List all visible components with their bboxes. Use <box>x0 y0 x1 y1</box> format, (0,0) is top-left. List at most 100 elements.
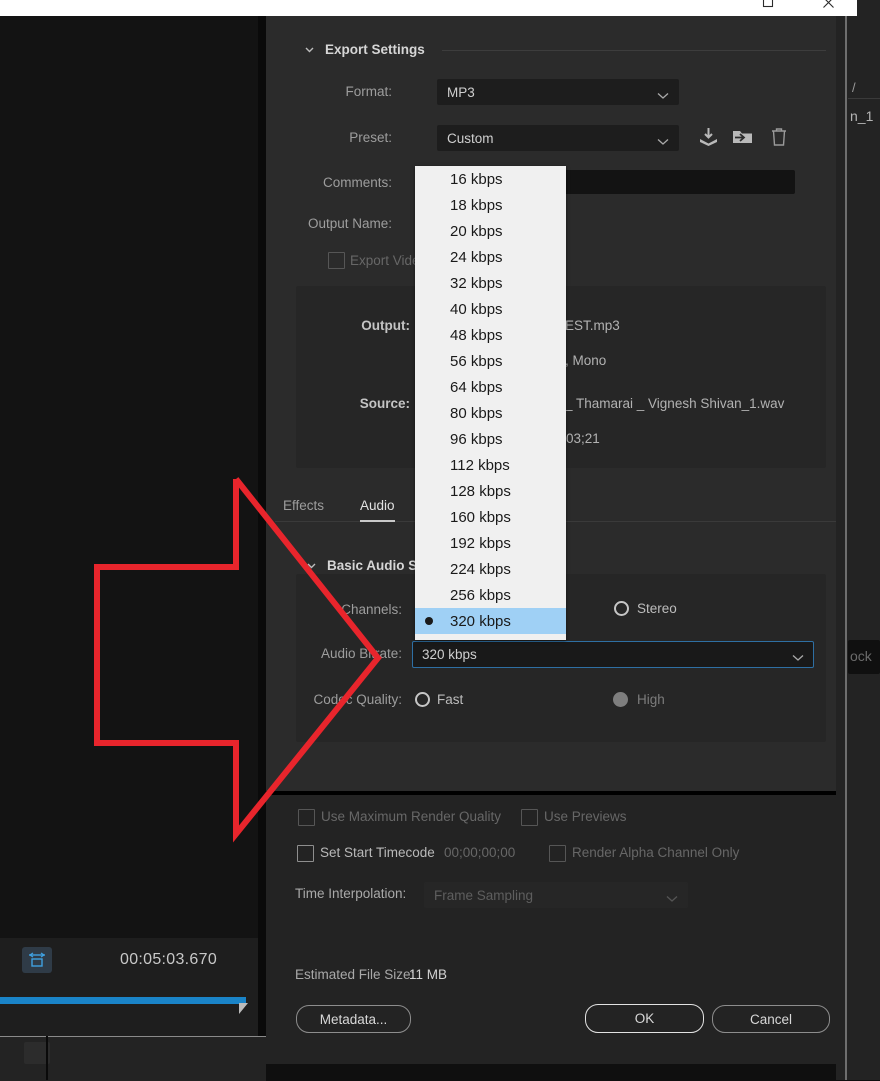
codec-quality-label: Codec Quality: <box>313 692 402 707</box>
dropdown-option[interactable]: 18 kbps <box>415 192 566 218</box>
export-video-checkbox[interactable] <box>328 252 345 269</box>
dropdown-option-label: 160 kbps <box>450 508 511 526</box>
right-panel-text-a: / <box>852 80 856 95</box>
time-interpolation-combobox[interactable]: Frame Sampling <box>424 882 688 908</box>
dropdown-option-label: 192 kbps <box>450 534 511 552</box>
preset-label: Preset: <box>349 130 392 145</box>
export-settings-title: Export Settings <box>325 42 425 57</box>
tab-audio[interactable]: Audio <box>360 498 395 522</box>
chevron-down-icon <box>306 560 317 571</box>
channels-stereo-radio[interactable] <box>614 601 629 616</box>
set-start-timecode-checkbox[interactable] <box>297 845 314 862</box>
dropdown-option-label: 80 kbps <box>450 404 503 422</box>
time-interpolation-value: Frame Sampling <box>434 887 534 903</box>
chevron-down-icon <box>666 890 678 908</box>
channels-stereo-label: Stereo <box>637 601 677 616</box>
summary-key-source: Source: <box>359 396 410 411</box>
close-icon[interactable] <box>805 0 851 16</box>
summary-key-output: Output: <box>361 318 410 333</box>
right-panel-text-c: ock <box>850 648 872 664</box>
set-start-timecode-label: Set Start Timecode <box>320 845 435 860</box>
dropdown-option[interactable]: 64 kbps <box>415 374 566 400</box>
panel-edge-divider <box>258 0 266 1036</box>
dropdown-option[interactable]: 80 kbps <box>415 400 566 426</box>
selected-radio-icon <box>415 608 443 634</box>
chevron-down-icon <box>657 87 669 105</box>
audio-bitrate-combobox[interactable]: 320 kbps <box>412 641 814 668</box>
playhead-marker[interactable] <box>239 1003 248 1014</box>
estimated-file-size-label: Estimated File Size: <box>295 967 415 982</box>
right-panel-divider <box>845 8 847 1080</box>
metadata-button[interactable]: Metadata... <box>296 1005 411 1033</box>
format-label: Format: <box>345 84 392 99</box>
dropdown-option[interactable]: 32 kbps <box>415 270 566 296</box>
dropdown-option[interactable]: 16 kbps <box>415 166 566 192</box>
dropdown-option-label: 20 kbps <box>450 222 503 240</box>
save-preset-icon[interactable] <box>698 126 719 147</box>
audio-bitrate-value: 320 kbps <box>422 647 477 662</box>
dropdown-option-label: 256 kbps <box>450 586 511 604</box>
import-preset-icon[interactable] <box>732 126 753 147</box>
chevron-down-icon <box>792 649 804 667</box>
dropdown-option[interactable]: 40 kbps <box>415 296 566 322</box>
ok-button[interactable]: OK <box>585 1004 704 1033</box>
summary-value-output: EST.mp3 <box>565 318 620 333</box>
dropdown-option[interactable]: 224 kbps <box>415 556 566 582</box>
render-alpha-only-checkbox[interactable] <box>549 845 566 862</box>
use-max-render-quality-checkbox[interactable] <box>298 809 315 826</box>
summary-value-source: _ Thamarai _ Vignesh Shivan_1.wav <box>565 396 785 411</box>
use-previews-checkbox[interactable] <box>521 809 538 826</box>
dropdown-option[interactable]: 192 kbps <box>415 530 566 556</box>
start-timecode-value[interactable]: 00;00;00;00 <box>444 845 515 860</box>
section-rule <box>442 50 826 51</box>
format-combobox[interactable]: MP3 <box>437 79 679 105</box>
maximize-icon[interactable] <box>745 0 791 16</box>
summary-value-source-detail: 03;21 <box>566 431 600 446</box>
dropdown-option[interactable]: 20 kbps <box>415 218 566 244</box>
program-monitor-timecode[interactable]: 00:05:03.670 <box>120 951 217 969</box>
use-max-render-quality-label: Use Maximum Render Quality <box>321 809 502 824</box>
cancel-button[interactable]: Cancel <box>712 1005 830 1033</box>
export-settings-section-header[interactable]: Export Settings <box>304 42 425 57</box>
format-value: MP3 <box>447 84 475 100</box>
preset-value: Custom <box>447 130 494 146</box>
preset-combobox[interactable]: Custom <box>437 125 679 151</box>
tab-effects[interactable]: Effects <box>283 498 324 520</box>
render-alpha-only-label: Render Alpha Channel Only <box>572 845 740 860</box>
dropdown-option-label: 56 kbps <box>450 352 503 370</box>
dropdown-option[interactable]: 56 kbps <box>415 348 566 374</box>
trash-icon[interactable] <box>770 126 788 147</box>
dropdown-option[interactable]: 256 kbps <box>415 582 566 608</box>
scrub-progress <box>0 997 246 1004</box>
dropdown-option-label: 320 kbps <box>450 612 511 630</box>
dropdown-option-label: 128 kbps <box>450 482 511 500</box>
output-name-label: Output Name: <box>307 216 392 231</box>
audio-bitrate-dropdown[interactable]: 16 kbps 18 kbps 20 kbps 24 kbps 32 kbps 40 kb… <box>415 166 566 640</box>
estimated-file-size-value: 11 MB <box>409 967 448 982</box>
summary-value-output-detail: , Mono <box>565 353 607 368</box>
dropdown-option-label: 96 kbps <box>450 430 503 448</box>
dropdown-option[interactable]: 160 kbps <box>415 504 566 530</box>
dropdown-option[interactable]: 112 kbps <box>415 452 566 478</box>
timeline-divider <box>46 1036 48 1080</box>
fit-to-frame-icon[interactable] <box>22 947 52 973</box>
dropdown-option-label: 224 kbps <box>450 560 511 578</box>
codec-quality-fast-label: Fast <box>437 692 464 707</box>
window-title-bar <box>0 0 857 16</box>
codec-quality-high-radio[interactable] <box>613 692 628 707</box>
dropdown-option[interactable]: 96 kbps <box>415 426 566 452</box>
dropdown-option-label: 24 kbps <box>450 248 503 266</box>
right-panel-text-b: n_1 <box>850 108 874 124</box>
dropdown-option[interactable]: 24 kbps <box>415 244 566 270</box>
comments-label: Comments: <box>322 175 392 190</box>
dropdown-option[interactable]: 320 kbps <box>415 608 566 634</box>
dropdown-option-label: 18 kbps <box>450 196 503 214</box>
channels-label: Channels: <box>341 602 402 617</box>
dropdown-option[interactable]: 128 kbps <box>415 478 566 504</box>
dropdown-option[interactable]: 48 kbps <box>415 322 566 348</box>
dropdown-option-label: 40 kbps <box>450 300 503 318</box>
screen-root: 00:05:03.670 / n_1 ock Export Settings F… <box>0 0 880 1081</box>
codec-quality-fast-radio[interactable] <box>415 692 430 707</box>
dropdown-option-label: 112 kbps <box>450 456 510 474</box>
dropdown-option-label: 16 kbps <box>450 170 503 188</box>
